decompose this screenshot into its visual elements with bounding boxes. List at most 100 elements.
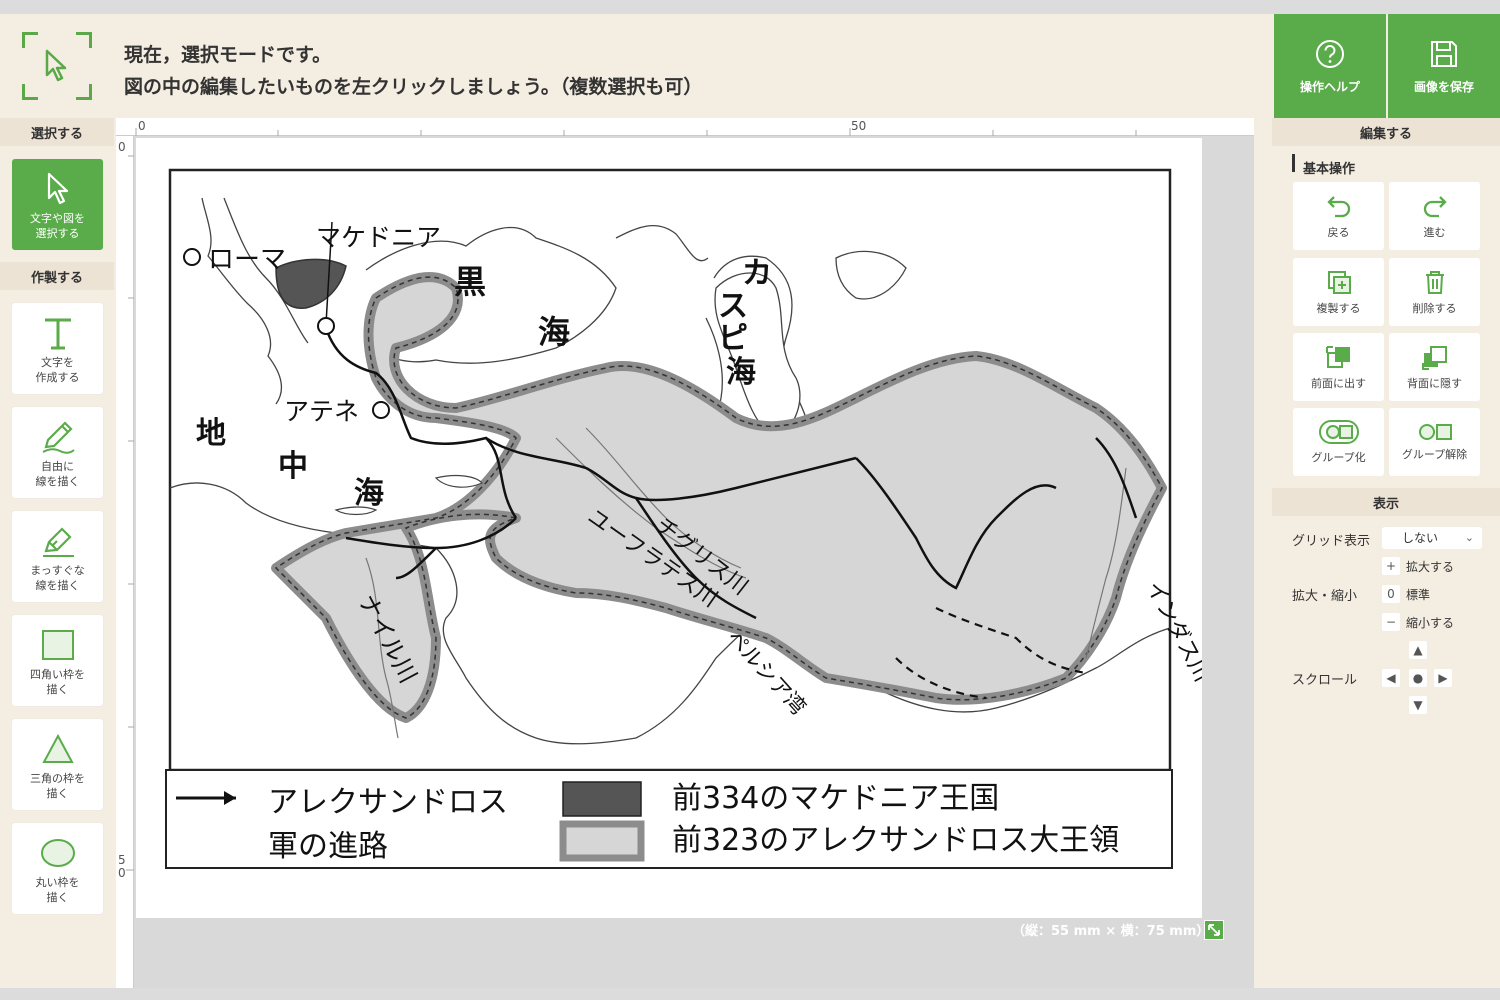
bring-front-icon [1325,346,1350,368]
label-med-1: 地 [196,416,226,451]
triangle-tool-button[interactable]: 三角の枠を 描く [12,719,103,810]
zoom-out-button[interactable]: − [1382,613,1400,631]
zoom-label: 拡大・縮小 [1292,589,1358,604]
legend-empire-swatch [559,820,645,862]
ruler-left-50b: 0 [118,866,126,880]
create-section-title: 作製する [0,262,114,290]
label-med-3: 海 [354,476,384,511]
label-med-2: 中 [278,449,308,484]
edit-panel: 編集する 基本操作 戻る 進む 複製する 削除する 前面に出す 背面に隠す グル… [1272,118,1500,988]
tool-panel: 選択する 文字や図を 選択する 作製する 文字を 作成する 自由に 線を描く ま… [0,118,114,988]
trash-icon [1425,271,1444,294]
macedonia-marker [317,317,335,335]
scroll-center-button[interactable]: ● [1409,669,1427,687]
label-caspian-2: ス [718,289,748,324]
zoom-reset-label: 標準 [1406,588,1431,602]
display-section-title: 表示 [1272,488,1500,516]
scroll-up-button[interactable]: ▲ [1409,641,1427,659]
paper-canvas[interactable]: ローマ マケドニア アテネ 黒 海 カ ス ピ 海 地 中 海 ナイル川 ユーフ… [136,138,1202,918]
label-black: 黒 [454,263,486,301]
bottom-strip [0,988,1500,1000]
group-icon [1318,420,1359,444]
straight-line-tool-button[interactable]: まっすぐな 線を描く [12,511,103,602]
label-black-sea: 海 [538,313,570,351]
help-button[interactable]: 操作ヘルプ [1274,14,1386,118]
legend-empire-label: 前323のアレクサンドロス大王領 [672,823,1119,858]
header: 現在，選択モードです。 図の中の編集したいものを左クリックしましょう。（複数選択… [0,14,1040,118]
canvas-dimensions: （縦：55 mm × 横：75 mm） [1012,924,1210,939]
help-label: 操作ヘルプ [1299,79,1360,94]
label-macedonia: マケドニア [316,223,441,252]
pen-nib-icon [42,527,74,557]
legend-kingdom-label: 前334のマケドニア王国 [672,781,999,816]
undo-icon [1326,196,1350,218]
edit-section-title: 編集する [1272,118,1500,146]
rectangle-tool-button[interactable]: 四角い枠を 描く [12,615,103,706]
chevron-down-icon: ⌄ [1464,531,1474,544]
select-tool-button[interactable]: 文字や図を 選択する [12,159,103,250]
top-ruler: 0 50 [116,118,1254,136]
alexander-map[interactable]: ローマ マケドニア アテネ 黒 海 カ ス ピ 海 地 中 海 ナイル川 ユーフ… [136,138,1202,918]
athens-marker [372,401,390,419]
redo-icon [1423,196,1447,218]
basic-ops-heading: 基本操作 [1292,154,1500,177]
delete-button[interactable]: 削除する [1389,258,1480,326]
ungroup-icon [1418,424,1452,440]
grid-select-value: しない [1402,531,1439,545]
save-image-button[interactable]: 画像を保存 [1388,14,1500,118]
zoom-reset-button[interactable]: 0 [1382,585,1400,603]
zoom-in-button[interactable]: + [1382,557,1400,575]
scroll-down-button[interactable]: ▼ [1409,696,1427,714]
cursor-icon [47,172,68,205]
label-rome: ローマ [208,245,286,275]
group-button[interactable]: グループ化 [1293,408,1384,476]
text-t-icon [44,318,71,350]
ruler-left-0: 0 [118,140,126,154]
cursor-icon [45,49,67,82]
question-icon [1316,39,1344,68]
legend-route-label-2: 軍の進路 [268,829,388,864]
bring-front-button[interactable]: 前面に出す [1293,333,1384,401]
left-ruler: 0 5 0 [116,136,134,988]
freehand-tool-button[interactable]: 自由に 線を描く [12,407,103,498]
select-mode-indicator [22,32,92,100]
top-strip [0,0,1500,14]
grid-select[interactable]: しない ⌄ [1382,527,1482,549]
undo-button[interactable]: 戻る [1293,182,1384,250]
redo-button[interactable]: 進む [1389,182,1480,250]
canvas-area[interactable]: 0 50 0 5 0 ローマ マケドニア アテネ 黒 海 カ ス ピ 海 地 中… [116,118,1254,988]
duplicate-icon [1327,271,1351,294]
zoom-in-label: 拡大する [1406,560,1455,574]
save-label: 画像を保存 [1413,79,1474,94]
select-section-title: 選択する [0,118,114,146]
send-back-icon [1421,346,1447,370]
send-back-button[interactable]: 背面に隠す [1389,333,1480,401]
mode-message-line1: 現在，選択モードです。 [124,44,332,66]
ellipse-icon [40,839,75,867]
text-tool-button[interactable]: 文字を 作成する [12,303,103,394]
resize-arrow-icon [1208,924,1220,936]
duplicate-button[interactable]: 複製する [1293,258,1384,326]
triangle-icon [41,734,74,763]
square-icon [41,630,74,660]
label-caspian-4: 海 [726,355,756,390]
circle-tool-button[interactable]: 丸い枠を 描く [12,823,103,914]
ungroup-button[interactable]: グループ解除 [1389,408,1480,476]
ruler-top-50: 50 [851,119,867,133]
floppy-disk-icon [1431,40,1457,67]
scroll-label: スクロール [1292,673,1358,688]
grid-label: グリッド表示 [1292,534,1371,549]
label-athens: アテネ [284,397,359,426]
legend-kingdom-swatch [562,781,642,817]
label-caspian-1: カ [742,256,772,291]
pencil-icon [42,421,75,454]
mode-message-line2: 図の中の編集したいものを左クリックしましょう。（複数選択も可） [124,76,703,98]
ruler-top-0: 0 [138,119,146,133]
label-caspian-3: ピ [718,321,748,356]
legend-route-label-1: アレクサンドロス [268,785,508,820]
zoom-out-label: 縮小する [1406,616,1455,630]
resize-handle[interactable] [1204,920,1224,940]
scroll-left-button[interactable]: ◀ [1382,669,1400,687]
scroll-right-button[interactable]: ▶ [1434,669,1452,687]
rome-marker [183,248,201,266]
